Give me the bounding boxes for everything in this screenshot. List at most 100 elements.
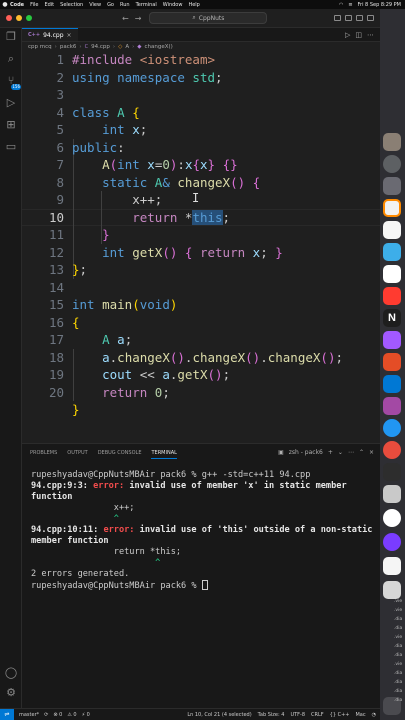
toggle-panel-icon[interactable]: [345, 15, 352, 21]
app-icon[interactable]: [383, 533, 401, 551]
tab-problems[interactable]: PROBLEMS: [30, 450, 57, 456]
code-editor[interactable]: 1 #include <iostream> 2 using namespace st…: [22, 51, 380, 443]
app-icon[interactable]: [383, 509, 401, 527]
preview-icon[interactable]: [383, 485, 401, 503]
figma-icon[interactable]: [383, 331, 401, 349]
run-file-icon[interactable]: ▷: [345, 31, 350, 39]
apple-icon[interactable]: ●: [0, 1, 10, 8]
menu-view[interactable]: View: [89, 2, 101, 8]
menu-clock[interactable]: Fri 8 Sep 8:29 PM: [358, 2, 401, 8]
new-terminal-icon[interactable]: +: [328, 449, 333, 456]
dock-stack-label: .vie: [394, 599, 403, 604]
more-actions-icon[interactable]: ⋯: [367, 31, 374, 39]
more-actions-icon[interactable]: ⋯: [348, 449, 354, 456]
breadcrumb-method[interactable]: changeX(): [145, 44, 173, 50]
vscode-dock-icon[interactable]: [383, 375, 401, 393]
dock-stack-label: .vie: [394, 662, 403, 667]
notes-icon[interactable]: [383, 221, 401, 239]
remote-explorer-icon[interactable]: ▭: [4, 140, 18, 154]
extensions-icon[interactable]: ⊞: [4, 118, 18, 132]
forward-arrow-icon[interactable]: →: [135, 14, 142, 23]
line-number: 9: [56, 192, 64, 207]
photos-icon[interactable]: [383, 265, 401, 283]
mail-icon[interactable]: [383, 243, 401, 261]
menu-window[interactable]: Window: [163, 2, 183, 8]
branch-status[interactable]: master*: [19, 712, 39, 718]
chevron-down-icon[interactable]: ⌄: [338, 449, 343, 456]
notion-icon[interactable]: N: [383, 309, 401, 327]
code-line: 11 }: [22, 226, 380, 244]
terminal-dock-icon[interactable]: [383, 463, 401, 481]
terminal-output[interactable]: rupeshyadav@CppNutsMBAir pack6 % g++ -st…: [31, 470, 376, 592]
tab-debug-console[interactable]: DEBUG CONSOLE: [98, 450, 142, 456]
back-arrow-icon[interactable]: ←: [122, 14, 129, 23]
safari-icon[interactable]: [383, 419, 401, 437]
customize-layout-icon[interactable]: [367, 15, 374, 21]
tab-94-cpp[interactable]: C++ 94.cpp ×: [22, 28, 78, 41]
onenote-icon[interactable]: [383, 397, 401, 415]
dock-stack-label: .dia: [394, 653, 403, 658]
menu-help[interactable]: Help: [188, 2, 199, 8]
source-control-icon[interactable]: ⑂ 156: [4, 74, 21, 90]
close-tab-icon[interactable]: ×: [67, 32, 72, 39]
music-icon[interactable]: [383, 287, 401, 305]
calendar-icon[interactable]: [383, 199, 401, 217]
settings-gear-icon[interactable]: ⚙: [4, 686, 18, 700]
command-center-search[interactable]: ⌕ CppNuts: [149, 12, 268, 24]
code-line: 2 using namespace std;: [22, 69, 380, 87]
tab-terminal[interactable]: TERMINAL: [151, 450, 177, 459]
wifi-icon[interactable]: ◠: [339, 2, 343, 8]
menu-selection[interactable]: Selection: [60, 2, 83, 8]
warnings-count[interactable]: ⚠ 0: [67, 712, 76, 718]
menu-go[interactable]: Go: [107, 2, 114, 8]
ports-count[interactable]: ⚡ 0: [82, 712, 90, 718]
finder-icon[interactable]: [383, 133, 401, 151]
account-icon[interactable]: ◯: [4, 666, 18, 680]
terminal-line: ^: [31, 514, 119, 524]
breadcrumb-file[interactable]: 94.cpp: [91, 44, 110, 50]
close-window-icon[interactable]: [6, 15, 12, 21]
notifications-bell-icon[interactable]: ◔: [372, 712, 376, 718]
platform[interactable]: Mac: [355, 712, 365, 718]
menu-run[interactable]: Run: [120, 2, 130, 8]
line-number: 13: [48, 262, 64, 277]
end-of-line[interactable]: CRLF: [311, 712, 324, 718]
launchpad-icon[interactable]: [383, 177, 401, 195]
minimize-window-icon[interactable]: [16, 15, 22, 21]
editor-tabs: C++ 94.cpp × ▷ ◫ ⋯: [22, 28, 380, 42]
toggle-sidebar-icon[interactable]: [334, 15, 341, 21]
cpp-file-icon: C++: [28, 32, 41, 38]
dock-stack-label: .dia: [394, 644, 403, 649]
run-debug-icon[interactable]: ▷: [4, 96, 18, 110]
system-settings-icon[interactable]: [383, 155, 401, 173]
code-line: 12 int getX() { return x; }: [22, 244, 380, 262]
chrome-icon[interactable]: [383, 441, 401, 459]
zoom-window-icon[interactable]: [26, 15, 32, 21]
menu-code[interactable]: Code: [10, 2, 24, 8]
downloads-folder-icon[interactable]: [383, 557, 401, 575]
cursor-position[interactable]: Ln 10, Col 21 (4 selected): [187, 712, 251, 718]
toggle-secondary-sidebar-icon[interactable]: [356, 15, 363, 21]
tab-size[interactable]: Tab Size: 4: [258, 712, 285, 718]
breadcrumb-folder-cpp-mcq[interactable]: cpp mcq: [28, 44, 52, 50]
sync-icon[interactable]: ⟳: [44, 712, 48, 718]
close-panel-icon[interactable]: ×: [369, 449, 374, 456]
control-center-icon[interactable]: ≡: [348, 2, 352, 8]
language-mode[interactable]: {} C++: [330, 712, 350, 718]
breadcrumb-class[interactable]: A: [125, 44, 129, 50]
errors-count[interactable]: ⊗ 0: [53, 712, 62, 718]
split-editor-icon[interactable]: ◫: [355, 31, 362, 39]
explorer-icon[interactable]: ❐: [4, 30, 18, 44]
encoding[interactable]: UTF-8: [290, 712, 305, 718]
app-icon[interactable]: [383, 353, 401, 371]
terminal-shell-name[interactable]: zsh - pack6: [289, 449, 323, 456]
menu-file[interactable]: File: [30, 2, 38, 8]
menu-edit[interactable]: Edit: [44, 2, 54, 8]
search-view-icon[interactable]: ⌕: [4, 52, 18, 66]
terminal-line: return *this;: [31, 547, 182, 557]
remote-indicator-icon[interactable]: ⇌: [0, 708, 14, 720]
tab-output[interactable]: OUTPUT: [67, 450, 87, 456]
menu-terminal[interactable]: Terminal: [136, 2, 157, 8]
chevron-up-icon[interactable]: ⌃: [359, 449, 364, 456]
breadcrumb-folder-pack6[interactable]: pack6: [60, 44, 77, 50]
